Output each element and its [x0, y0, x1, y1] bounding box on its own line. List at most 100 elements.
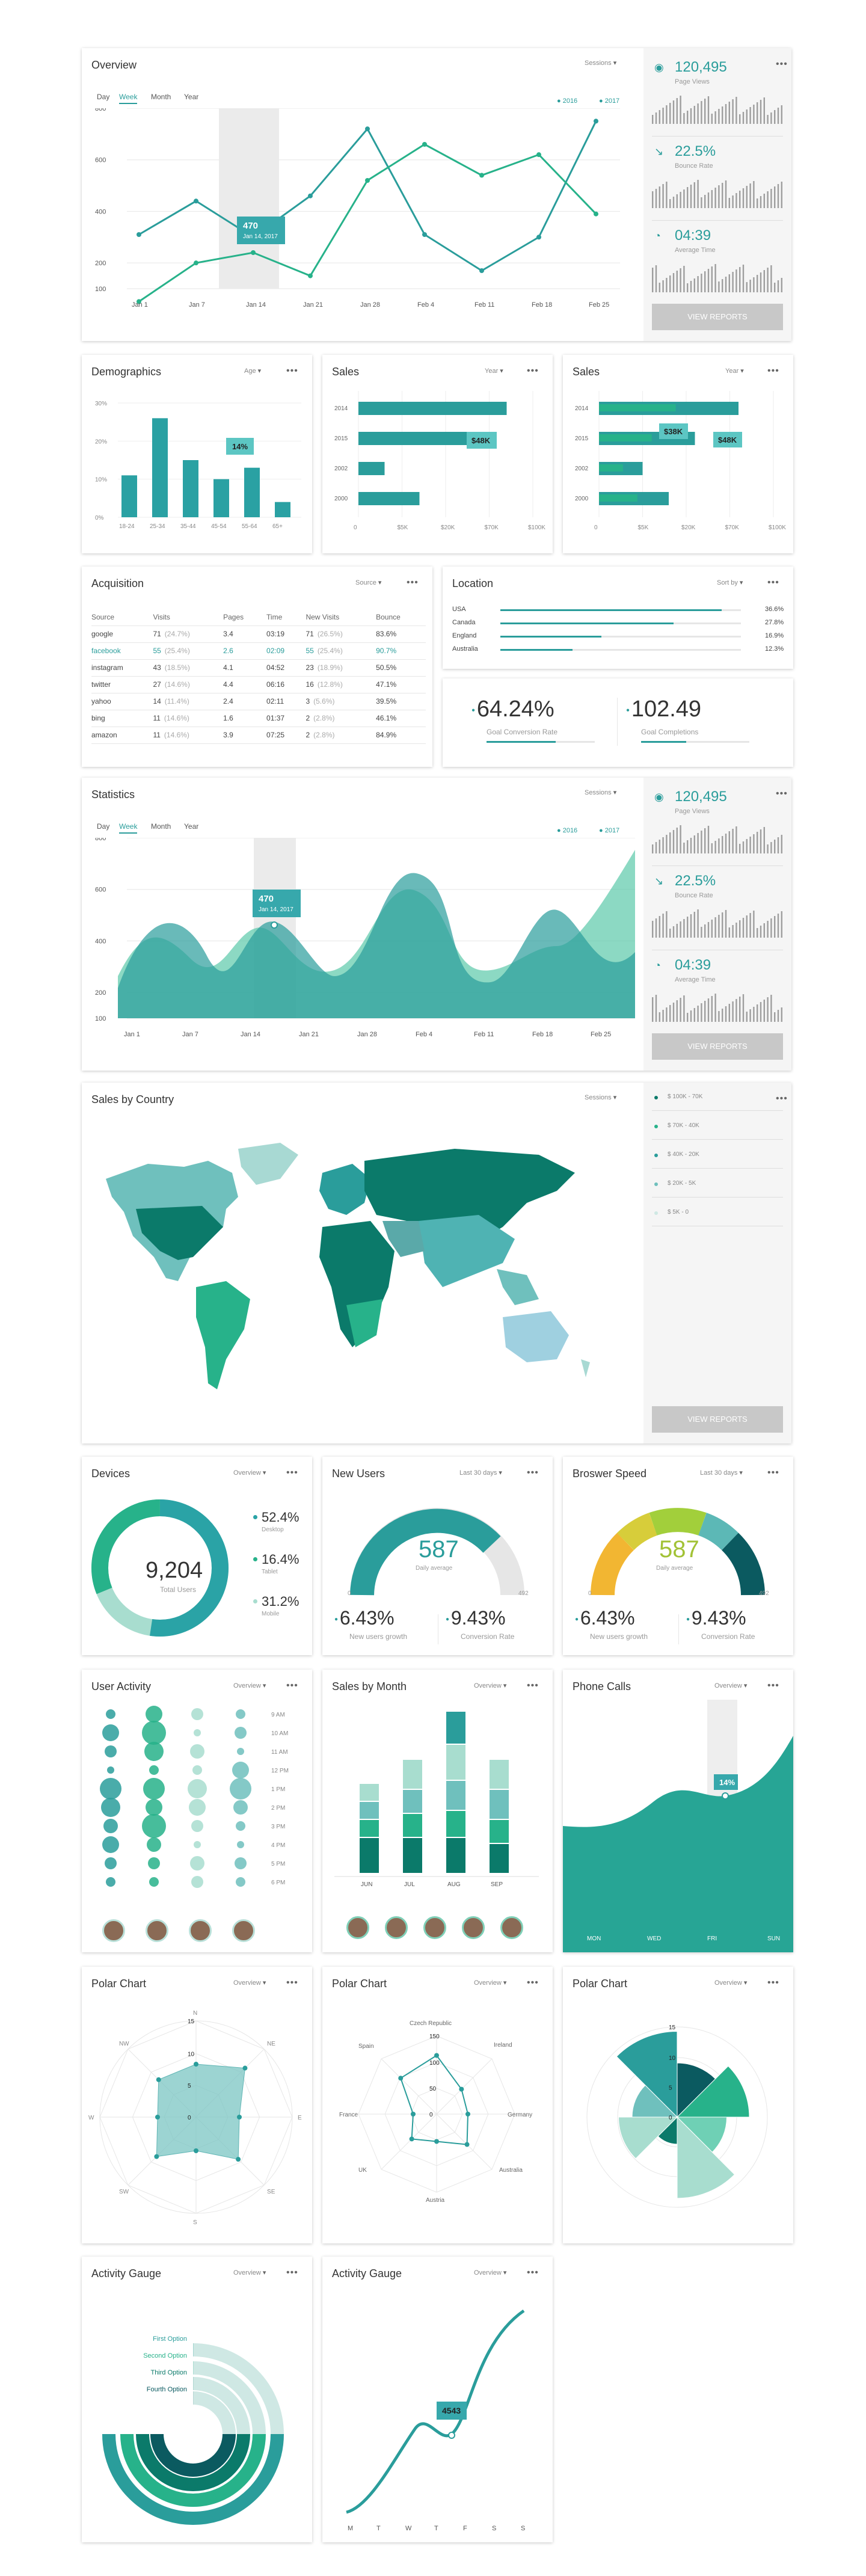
more-icon[interactable]: •••	[286, 1978, 298, 1988]
table-row[interactable]: yahoo 14 (11.4%) 2.4 02:11 3 (5.6%) 39.5%	[91, 693, 426, 710]
spark-bar	[666, 278, 668, 292]
tab-month[interactable]: Month	[151, 93, 171, 101]
overview-dropdown[interactable]: Overview	[474, 2269, 506, 2276]
sort-dropdown[interactable]: Sort by	[717, 579, 743, 586]
cell-text: instagram	[91, 663, 123, 672]
more-icon[interactable]: •••	[767, 366, 779, 376]
period-dropdown[interactable]: Last 30 days	[459, 1469, 502, 1477]
more-icon[interactable]: •••	[767, 1468, 779, 1478]
more-icon[interactable]: •••	[767, 1978, 779, 1988]
cell-text: 07:25	[266, 731, 285, 739]
spark-bar	[725, 180, 727, 208]
more-icon[interactable]: •••	[286, 1468, 298, 1478]
column-header[interactable]: New Visits	[306, 609, 376, 626]
avatar	[146, 1919, 168, 1942]
spark-bar	[725, 104, 727, 124]
overview-dropdown[interactable]: Overview	[714, 1682, 747, 1689]
spark-bar	[676, 1000, 678, 1022]
value-text: 6.43%	[339, 1607, 395, 1629]
activity-bubble	[192, 1765, 202, 1775]
more-icon[interactable]: •••	[286, 366, 298, 376]
overview-dropdown[interactable]: Overview	[233, 2269, 266, 2276]
tab-year[interactable]: Year	[184, 93, 198, 101]
month-label: SEP	[491, 1881, 503, 1888]
tab-month[interactable]: Month	[151, 822, 171, 831]
spark-bar	[753, 105, 755, 124]
column-header[interactable]: Visits	[153, 609, 224, 626]
column-header[interactable]: Pages	[223, 609, 267, 626]
country-label: UK	[358, 2167, 367, 2174]
table-row[interactable]: facebook 55 (25.4%) 2.6 02:09 55 (25.4%) 90.7%	[91, 642, 426, 660]
x-tick-label: Feb 4	[416, 1031, 432, 1038]
tab-week[interactable]: Week	[119, 93, 138, 104]
more-icon[interactable]: •••	[407, 578, 419, 588]
sessions-dropdown[interactable]: Sessions	[585, 788, 616, 796]
spark-bar	[732, 99, 734, 124]
overview-dropdown[interactable]: Overview	[714, 1979, 747, 1987]
data-point	[236, 2157, 241, 2162]
value-text: 9.43%	[450, 1607, 506, 1629]
table-row[interactable]: bing 11 (14.6%) 1.6 01:37 2 (2.8%) 46.1%	[91, 710, 426, 727]
cell-text: yahoo	[91, 697, 111, 705]
sales-by-month-card: Sales by Month Overview ••• JUN JUL AUG SEP	[322, 1670, 553, 1952]
stat-label: Page Views	[675, 78, 710, 85]
age-dropdown[interactable]: Age	[244, 367, 261, 375]
x-tick-label: Jan 21	[299, 1031, 319, 1038]
overview-dropdown[interactable]: Overview	[233, 1469, 266, 1477]
overview-dropdown[interactable]: Overview	[233, 1682, 266, 1689]
table-row[interactable]: instagram 43 (18.5%) 4.1 04:52 23 (18.9%) 50.5%	[91, 659, 426, 677]
view-reports-button[interactable]: VIEW REPORTS	[652, 1033, 783, 1060]
more-icon[interactable]: •••	[527, 366, 539, 376]
more-icon[interactable]: •••	[767, 578, 779, 588]
device-pct: 16.4%	[262, 1552, 299, 1567]
tab-year[interactable]: Year	[184, 822, 198, 831]
more-icon[interactable]: •••	[527, 1468, 539, 1478]
cell-text: 1.6	[223, 714, 233, 722]
cell-text: twitter	[91, 680, 111, 689]
more-icon[interactable]: •••	[286, 1681, 298, 1691]
day-label: F	[463, 2525, 467, 2532]
tab-day[interactable]: Day	[97, 93, 109, 101]
year-dropdown[interactable]: Year	[485, 367, 503, 375]
location-pct: 27.8%	[765, 619, 784, 626]
column-header[interactable]: Source	[91, 609, 153, 626]
spark-bar	[669, 832, 671, 853]
view-reports-button[interactable]: VIEW REPORTS	[652, 1406, 783, 1433]
table-row[interactable]: twitter 27 (14.6%) 4.4 06:16 16 (12.8%) 47.1%	[91, 676, 426, 693]
y-tick-label: 100	[95, 1015, 106, 1022]
more-icon[interactable]: •••	[527, 1681, 539, 1691]
polar-line	[400, 2055, 469, 2145]
tooltip-date: Jan 14, 2017	[259, 906, 293, 913]
sessions-dropdown[interactable]: Sessions	[585, 1093, 616, 1101]
column-header[interactable]: Time	[266, 609, 306, 626]
column-header[interactable]: Bounce	[376, 609, 426, 626]
x-tick-label: Feb 25	[591, 1031, 611, 1038]
overview-dropdown[interactable]: Overview	[474, 1682, 506, 1689]
tab-day[interactable]: Day	[97, 822, 109, 831]
view-reports-button[interactable]: VIEW REPORTS	[652, 304, 783, 330]
table-row[interactable]: amazon 11 (14.6%) 3.9 07:25 2 (2.8%) 84.9%	[91, 727, 426, 744]
polar-chart-card-3: Polar Chart Overview ••• 15 10 5 0	[563, 1967, 793, 2243]
sessions-dropdown[interactable]: Sessions	[585, 59, 616, 67]
more-icon[interactable]: •••	[527, 1978, 539, 1988]
activity-bubble	[102, 1724, 119, 1741]
overview-dropdown[interactable]: Overview	[233, 1979, 266, 1987]
table-cell: 46.1%	[376, 710, 426, 727]
year-dropdown[interactable]: Year	[725, 367, 744, 375]
spark-bar	[781, 911, 782, 938]
source-dropdown[interactable]: Source	[355, 579, 381, 586]
more-icon[interactable]: •••	[286, 2268, 298, 2278]
data-point	[237, 2115, 242, 2120]
more-icon[interactable]: •••	[527, 2268, 539, 2278]
x-tick-label: $20K	[681, 524, 696, 531]
data-point	[594, 211, 598, 217]
spark-bar	[680, 825, 681, 853]
tab-week[interactable]: Week	[119, 822, 138, 834]
data-point	[409, 2136, 414, 2142]
period-dropdown[interactable]: Last 30 days	[700, 1469, 743, 1477]
overview-dropdown[interactable]: Overview	[474, 1979, 506, 1987]
more-icon[interactable]: •••	[767, 1681, 779, 1691]
table-row[interactable]: google 71 (24.7%) 3.4 03:19 71 (26.5%) 83.6%	[91, 626, 426, 643]
activity-bubble	[106, 1877, 115, 1887]
x-tick-label: 25-34	[150, 523, 165, 530]
